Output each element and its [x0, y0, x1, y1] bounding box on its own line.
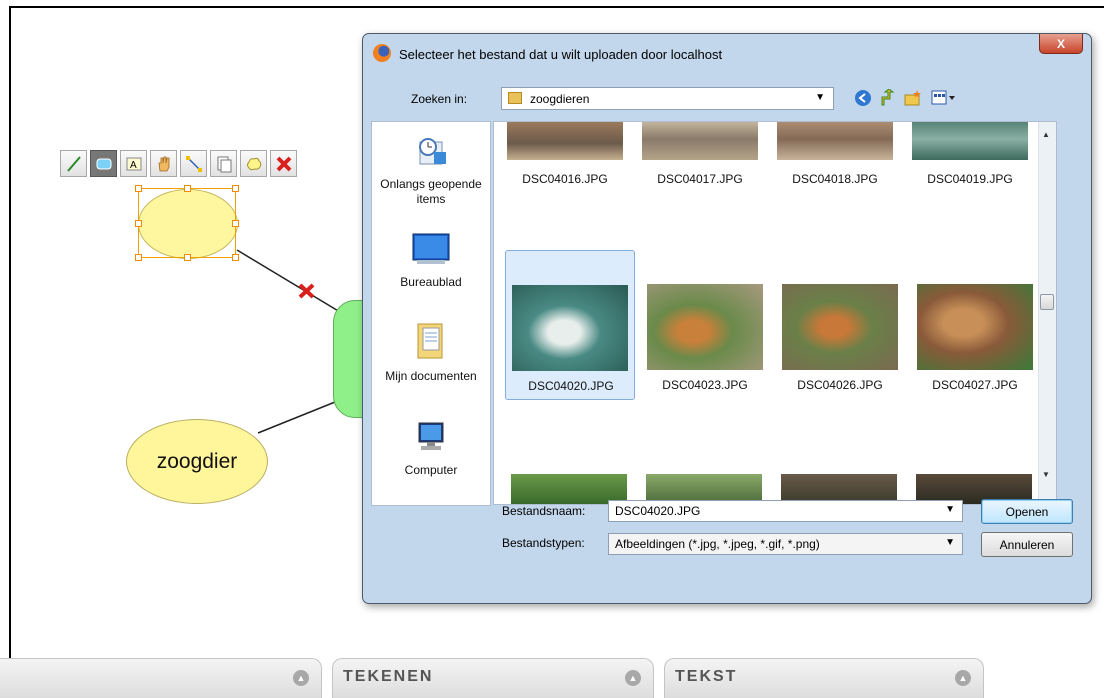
resize-handle[interactable]	[135, 220, 142, 227]
file-name: DSC04019.JPG	[927, 172, 1013, 186]
place-computer[interactable]: Computer	[372, 420, 490, 478]
filetype-label: Bestandstypen:	[502, 536, 585, 550]
resize-handle[interactable]	[135, 185, 142, 192]
node-label: zoogdier	[156, 449, 238, 473]
place-label: Onlangs geopende items	[380, 177, 482, 206]
rhino-thumbnail	[777, 122, 893, 160]
resize-handle[interactable]	[184, 185, 191, 192]
look-in-value: zoogdieren	[530, 92, 590, 106]
chevron-down-icon[interactable]: ▼	[945, 504, 955, 515]
desktop-icon	[372, 232, 490, 270]
file-item[interactable]: DSC04026.JPG	[775, 250, 905, 400]
scroll-thumb[interactable]	[1040, 294, 1054, 310]
file-item[interactable]: DSC04016.JPG	[500, 122, 630, 252]
scroll-up-icon[interactable]: ▲	[1042, 130, 1050, 139]
resize-handle[interactable]	[232, 185, 239, 192]
dialog-title: Selecteer het bestand dat u wilt uploade…	[399, 47, 723, 62]
white-tiger-thumbnail	[512, 285, 628, 371]
chevron-down-icon: ▼	[815, 92, 825, 103]
pen-icon[interactable]	[60, 150, 87, 177]
new-folder-icon[interactable]	[903, 88, 923, 108]
place-recent[interactable]: Onlangs geopende items	[372, 134, 490, 207]
resize-handle[interactable]	[135, 254, 142, 261]
place-documents[interactable]: Mijn documenten	[372, 322, 490, 384]
delete-connector-icon[interactable]	[298, 283, 315, 299]
look-in-select[interactable]: zoogdieren ▼	[501, 87, 834, 110]
file-name: DSC04026.JPG	[797, 378, 883, 392]
tab-tekst[interactable]: TEKST ▲	[664, 658, 984, 698]
filetype-value: Afbeeldingen (*.jpg, *.jpeg, *.gif, *.pn…	[615, 537, 820, 551]
place-desktop[interactable]: Bureaublad	[372, 232, 490, 290]
tab-tekenen[interactable]: TEKENEN ▲	[332, 658, 654, 698]
file-item[interactable]: DSC04019.JPG	[905, 122, 1035, 252]
file-name: DSC04017.JPG	[657, 172, 743, 186]
tab-panel-1[interactable]: ▲	[0, 658, 322, 698]
delete-icon[interactable]	[270, 150, 297, 177]
connector-icon[interactable]	[180, 150, 207, 177]
file-list: DSC04016.JPG DSC04017.JPG DSC04018.JPG D…	[493, 121, 1057, 505]
scroll-down-icon[interactable]: ▼	[1042, 470, 1050, 479]
filetype-select[interactable]: Afbeeldingen (*.jpg, *.jpeg, *.gif, *.pn…	[608, 533, 963, 555]
file-name: DSC04027.JPG	[932, 378, 1018, 392]
resize-handle[interactable]	[232, 254, 239, 261]
filename-label: Bestandsnaam:	[502, 504, 586, 518]
copy-icon[interactable]	[210, 150, 237, 177]
recent-items-icon	[372, 134, 490, 172]
file-name: DSC04018.JPG	[792, 172, 878, 186]
tiger-thumbnail	[647, 284, 763, 370]
look-in-label: Zoeken in:	[411, 92, 468, 106]
back-icon[interactable]	[853, 88, 873, 108]
place-label: Computer	[404, 463, 458, 477]
rhino-thumbnail	[507, 122, 623, 160]
connector-line	[257, 399, 341, 434]
tiger-thumbnail	[917, 284, 1033, 370]
file-item[interactable]: DSC04023.JPG	[640, 250, 770, 400]
cancel-button[interactable]: Annuleren	[981, 532, 1073, 557]
file-name: DSC04023.JPG	[662, 378, 748, 392]
svg-text:A: A	[130, 160, 137, 171]
node-zoogdier[interactable]: zoogdier	[126, 419, 268, 504]
tab-label: TEKST	[675, 668, 738, 685]
open-button[interactable]: Openen	[981, 499, 1073, 524]
place-label: Bureaublad	[400, 275, 462, 289]
computer-icon	[372, 420, 490, 458]
vertical-scrollbar[interactable]: ▲ ▼	[1038, 122, 1056, 504]
expand-icon[interactable]: ▲	[625, 670, 641, 686]
firefox-icon	[373, 44, 391, 62]
chevron-down-icon[interactable]: ▼	[945, 537, 955, 548]
documents-icon	[372, 322, 490, 364]
file-item[interactable]: DSC04017.JPG	[635, 122, 765, 252]
node-toolbar: A	[60, 150, 297, 180]
tiger-thumbnail	[782, 284, 898, 370]
file-upload-dialog: Selecteer het bestand dat u wilt uploade…	[362, 33, 1092, 604]
filename-value: DSC04020.JPG	[615, 504, 701, 518]
file-item[interactable]: DSC04027.JPG	[910, 250, 1040, 400]
file-name: DSC04020.JPG	[528, 379, 614, 393]
shape-icon[interactable]	[90, 150, 117, 177]
place-label: Mijn documenten	[385, 369, 477, 383]
cloud-icon[interactable]	[240, 150, 267, 177]
selection-box	[135, 185, 239, 261]
tab-label: TEKENEN	[343, 668, 434, 685]
filename-input[interactable]: DSC04020.JPG ▼	[608, 500, 963, 522]
close-button[interactable]: X	[1039, 34, 1083, 54]
resize-handle[interactable]	[184, 254, 191, 261]
text-icon[interactable]: A	[120, 150, 147, 177]
resize-handle[interactable]	[232, 220, 239, 227]
up-folder-icon[interactable]	[878, 88, 898, 108]
file-name: DSC04016.JPG	[522, 172, 608, 186]
places-bar: Onlangs geopende items Bureaublad Mijn d…	[371, 121, 491, 506]
folder-icon	[508, 92, 522, 104]
file-item[interactable]: DSC04018.JPG	[770, 122, 900, 252]
tiger-water-thumbnail	[912, 122, 1028, 160]
file-item-selected[interactable]: DSC04020.JPG	[505, 250, 635, 400]
expand-icon[interactable]: ▲	[955, 670, 971, 686]
view-menu-icon[interactable]	[930, 88, 958, 108]
expand-icon[interactable]: ▲	[293, 670, 309, 686]
rhino-thumbnail	[642, 122, 758, 160]
hand-icon[interactable]	[150, 150, 177, 177]
connector-line	[236, 249, 341, 313]
